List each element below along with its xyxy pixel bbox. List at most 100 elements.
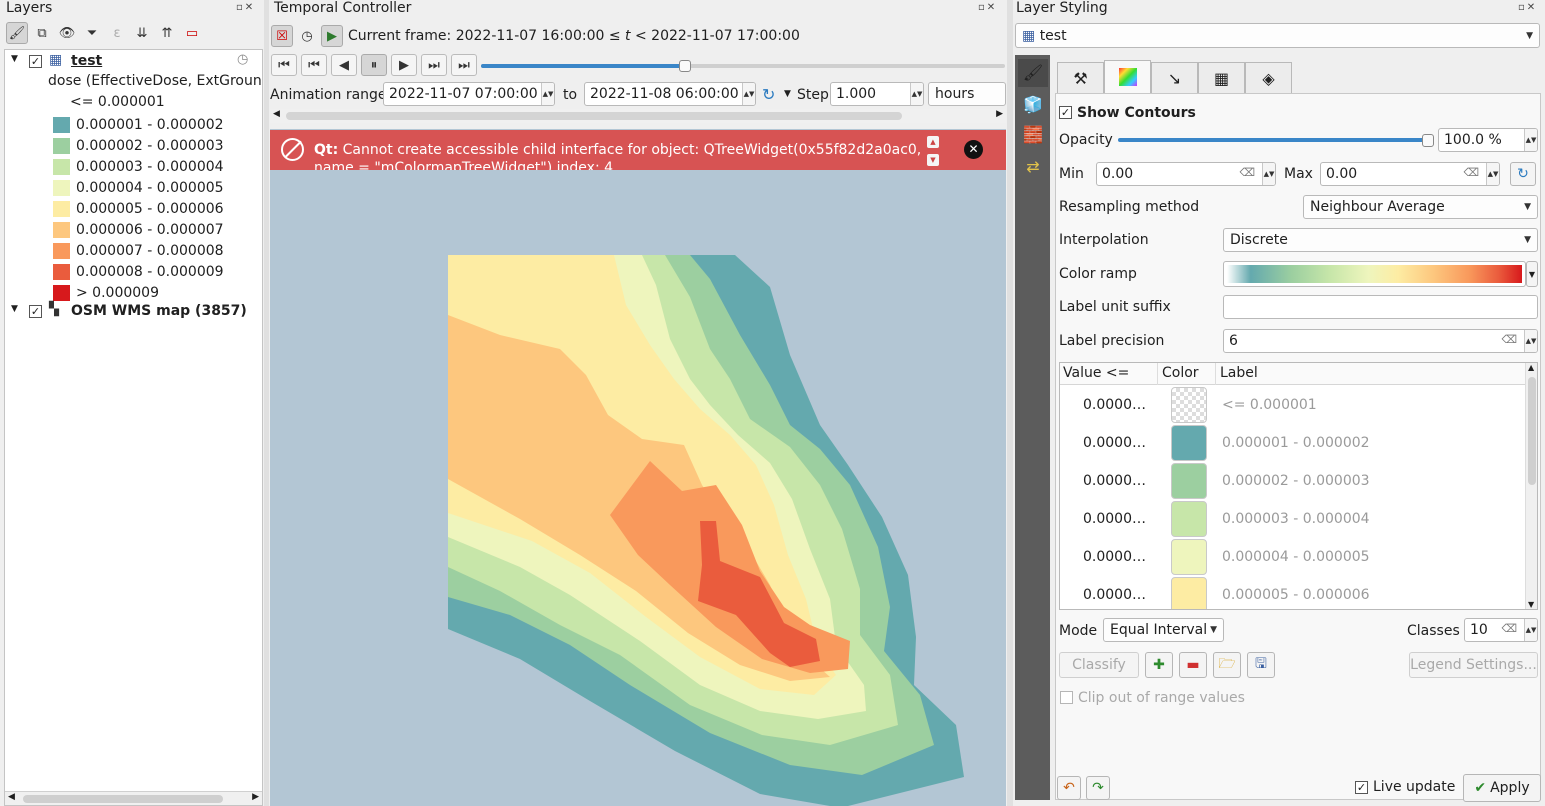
precision-input[interactable]: 6 ⌫ ▲▼: [1223, 329, 1538, 353]
filter-expression-icon[interactable]: ε: [106, 22, 128, 44]
splitter[interactable]: [1007, 0, 1013, 806]
add-class-button[interactable]: ✚: [1145, 652, 1173, 678]
resampling-select[interactable]: Neighbour Average ▼: [1303, 195, 1538, 219]
value-cell[interactable]: 0.0000…: [1060, 587, 1170, 603]
skip-to-end-icon[interactable]: ⏭: [451, 54, 477, 76]
map-canvas[interactable]: [270, 129, 1006, 806]
opacity-slider-handle[interactable]: [1422, 134, 1434, 147]
close-message-icon[interactable]: ✕: [964, 140, 983, 159]
refresh-range-icon[interactable]: ↻: [762, 85, 775, 104]
previous-frame-icon[interactable]: ⏮: [301, 54, 327, 76]
table-row[interactable]: 0.0000… 0.000002 - 0.000003: [1060, 462, 1525, 500]
min-input[interactable]: 0.00 ⌫ ▲▼: [1096, 162, 1276, 186]
layer-visibility-checkbox[interactable]: ✓: [29, 305, 42, 318]
step-input[interactable]: 1.000 ▲▼: [830, 82, 924, 106]
layer-test-row[interactable]: ▼ ✓ ▦ test ◷: [5, 52, 262, 72]
disable-temporal-icon[interactable]: ☒: [271, 25, 293, 47]
layer-name[interactable]: OSM WMS map (3857): [71, 303, 247, 319]
table-row[interactable]: 0.0000… 0.000003 - 0.000004: [1060, 500, 1525, 538]
expand-arrow-icon[interactable]: ▼: [11, 54, 18, 64]
clear-icon[interactable]: ⌫: [1463, 166, 1479, 179]
unit-suffix-input[interactable]: [1223, 295, 1538, 319]
clear-icon[interactable]: ⌫: [1239, 166, 1255, 179]
color-ramp-menu-button[interactable]: ▼: [1526, 261, 1538, 287]
remove-layer-icon[interactable]: ▭: [181, 22, 203, 44]
layer-osm-row[interactable]: ▼ ✓ ▚ OSM WMS map (3857): [5, 302, 262, 322]
vertical-scrollbar[interactable]: ▲ ▼: [1525, 363, 1537, 609]
rewind-to-start-icon[interactable]: ⏮: [271, 54, 297, 76]
classes-input[interactable]: 10 ⌫ ▲▼: [1464, 618, 1538, 642]
animated-temporal-icon[interactable]: ▶: [321, 25, 343, 47]
color-cell[interactable]: [1171, 425, 1207, 461]
layer-visibility-checkbox[interactable]: ✓: [29, 55, 42, 68]
load-colormap-button[interactable]: 🗁: [1213, 652, 1241, 678]
remove-class-button[interactable]: ▬: [1179, 652, 1207, 678]
apply-button[interactable]: ✔ Apply: [1463, 774, 1541, 802]
label-cell[interactable]: 0.000001 - 0.000002: [1222, 435, 1370, 451]
column-header-color[interactable]: Color: [1162, 365, 1199, 381]
label-cell[interactable]: 0.000002 - 0.000003: [1222, 473, 1370, 489]
add-group-icon[interactable]: ⧉: [31, 22, 53, 44]
color-cell[interactable]: [1171, 577, 1207, 609]
legend-settings-button[interactable]: Legend Settings...: [1409, 652, 1538, 678]
scrollbar-handle[interactable]: [23, 795, 223, 803]
3d-view-section-icon[interactable]: 🧊: [1018, 91, 1048, 119]
table-row[interactable]: 0.0000… 0.000005 - 0.000006: [1060, 576, 1525, 609]
column-header-label[interactable]: Label: [1220, 365, 1258, 381]
horizontal-scrollbar[interactable]: ◀ ▶: [5, 791, 262, 805]
splitter[interactable]: [264, 0, 269, 806]
scroll-up-icon[interactable]: ▲: [927, 136, 939, 148]
scrollbar-handle[interactable]: [1528, 377, 1536, 485]
color-cell[interactable]: [1171, 501, 1207, 537]
label-cell[interactable]: 0.000004 - 0.000005: [1222, 549, 1370, 565]
tab-vectors[interactable]: ↘: [1151, 62, 1198, 93]
value-cell[interactable]: 0.0000…: [1060, 473, 1170, 489]
tab-contours[interactable]: [1104, 60, 1151, 93]
column-header-value[interactable]: Value <=: [1063, 365, 1129, 381]
color-cell[interactable]: [1171, 539, 1207, 575]
visibility-icon[interactable]: 👁: [56, 22, 78, 44]
mode-select[interactable]: Equal Interval ▼: [1103, 618, 1224, 642]
horizontal-scrollbar[interactable]: ◀ ▶: [270, 109, 1006, 123]
tab-mesh[interactable]: ▦: [1198, 62, 1245, 93]
clip-range-checkbox[interactable]: [1060, 691, 1073, 704]
label-cell[interactable]: 0.000003 - 0.000004: [1222, 511, 1370, 527]
fixed-range-icon[interactable]: ◷: [296, 25, 318, 47]
next-frame-icon[interactable]: ⏭: [421, 54, 447, 76]
expand-all-icon[interactable]: ⇊: [131, 22, 153, 44]
redo-button[interactable]: ↷: [1086, 776, 1110, 800]
color-cell[interactable]: [1171, 387, 1207, 423]
dock-float-close-buttons[interactable]: ▫✕: [1518, 2, 1537, 13]
label-cell[interactable]: <= 0.000001: [1222, 397, 1317, 413]
symbology-section-icon[interactable]: 🖌: [1018, 59, 1048, 87]
layer-select[interactable]: ▦ test ▼: [1015, 23, 1540, 48]
tab-rendering-3d[interactable]: ◈: [1245, 62, 1292, 93]
step-unit-select[interactable]: hours: [928, 82, 1006, 106]
opacity-slider[interactable]: [1118, 133, 1434, 147]
dropdown-arrow-icon[interactable]: ▼: [784, 89, 791, 99]
collapse-all-icon[interactable]: ⇈: [156, 22, 178, 44]
show-contours-checkbox[interactable]: ✓: [1059, 106, 1072, 119]
time-slider[interactable]: [481, 60, 1005, 72]
clear-icon[interactable]: ⌫: [1501, 333, 1517, 346]
interpolation-select[interactable]: Discrete ▼: [1223, 228, 1538, 252]
max-input[interactable]: 0.00 ⌫ ▲▼: [1320, 162, 1500, 186]
dock-float-close-buttons[interactable]: ▫✕: [236, 2, 255, 13]
value-cell[interactable]: 0.0000…: [1060, 511, 1170, 527]
undo-button[interactable]: ↶: [1057, 776, 1081, 800]
table-row[interactable]: 0.0000… 0.000001 - 0.000002: [1060, 424, 1525, 462]
pause-icon[interactable]: ⏸: [361, 54, 387, 76]
refresh-minmax-button[interactable]: ↻: [1510, 162, 1536, 186]
slider-handle[interactable]: [679, 60, 691, 72]
scroll-down-icon[interactable]: ▼: [927, 154, 939, 166]
expand-arrow-icon[interactable]: ▼: [11, 304, 18, 314]
live-update-checkbox[interactable]: ✓: [1355, 781, 1368, 794]
play-backward-icon[interactable]: ◀: [331, 54, 357, 76]
opacity-input[interactable]: 100.0 % ▲▼: [1438, 128, 1538, 152]
save-colormap-button[interactable]: 🖫: [1247, 652, 1275, 678]
label-cell[interactable]: 0.000005 - 0.000006: [1222, 587, 1370, 603]
history-section-icon[interactable]: ⇄: [1018, 153, 1048, 181]
range-start-input[interactable]: 2022-11-07 07:00:00 ▲▼: [383, 82, 555, 106]
color-cell[interactable]: [1171, 463, 1207, 499]
dock-float-close-buttons[interactable]: ▫✕: [978, 2, 997, 13]
